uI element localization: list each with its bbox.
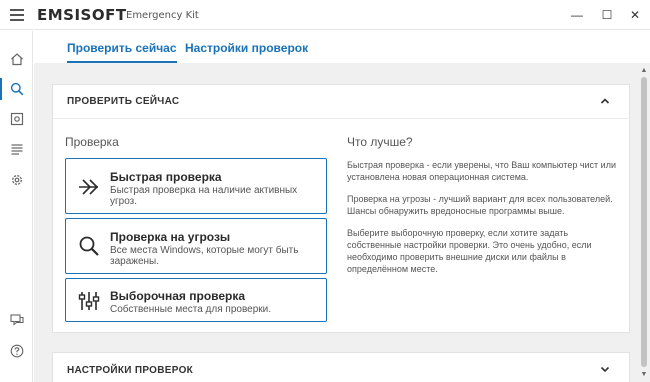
home-icon [10, 53, 23, 66]
help-icon [10, 344, 23, 358]
title-bar: EMSISOFT Emergency Kit — ☐ ✕ [0, 0, 650, 30]
threat-scan-title: Проверка на угрозы [110, 230, 231, 244]
scan-now-panel-header[interactable]: ПРОВЕРИТЬ СЕЙЧАС [53, 85, 631, 119]
custom-scan-button[interactable]: Выборочная проверка Собственные места дл… [65, 278, 327, 322]
main-content: ПРОВЕРИТЬ СЕЙЧАС Проверка Что лучше? Быс… [34, 63, 638, 382]
tab-bar: Проверить сейчас Настройки проверок [34, 31, 650, 63]
sidebar-item-scan[interactable] [0, 74, 33, 104]
menu-icon[interactable] [10, 9, 24, 21]
search-icon [10, 82, 23, 96]
maximize-button[interactable]: ☐ [592, 0, 622, 30]
sidebar [0, 31, 33, 382]
scan-heading: Проверка [65, 135, 119, 149]
magnifier-icon [79, 236, 99, 256]
sidebar-item-feedback[interactable] [0, 305, 33, 335]
tab-scan-now[interactable]: Проверить сейчас [67, 41, 177, 63]
app-logo: EMSISOFT [37, 6, 127, 24]
custom-scan-title: Выборочная проверка [110, 289, 246, 303]
panel-title: ПРОВЕРИТЬ СЕЙЧАС [67, 96, 180, 107]
scrollbar[interactable]: ▲ ▼ [638, 63, 650, 382]
sidebar-item-quarantine[interactable] [0, 104, 33, 134]
chevron-down-icon[interactable] [599, 363, 611, 375]
tab-scan-settings[interactable]: Настройки проверок [185, 41, 308, 55]
close-button[interactable]: ✕ [620, 0, 650, 30]
scroll-up-arrow-icon[interactable]: ▲ [638, 67, 650, 75]
sidebar-item-home[interactable] [0, 44, 33, 74]
sliders-icon [78, 292, 100, 310]
chevron-up-icon[interactable] [599, 95, 611, 107]
help-text-quick: Быстрая проверка - если уверены, что Ваш… [347, 160, 616, 182]
threat-scan-description: Все места Windows, которые могут быть за… [110, 245, 299, 267]
threat-scan-button[interactable]: Проверка на угрозы Все места Windows, ко… [65, 218, 327, 274]
quick-scan-description: Быстрая проверка на наличие активных угр… [110, 185, 298, 207]
minimize-button[interactable]: — [562, 0, 592, 30]
quick-scan-button[interactable]: Быстрая проверка Быстрая проверка на нал… [65, 158, 327, 214]
scroll-thumb[interactable] [641, 77, 647, 367]
fast-forward-icon [79, 179, 99, 195]
quick-scan-title: Быстрая проверка [110, 170, 222, 184]
help-text-threat: Проверка на угрозы - лучший вариант для … [347, 194, 613, 216]
chat-icon [9, 314, 24, 326]
scan-settings-panel[interactable]: НАСТРОЙКИ ПРОВЕРОК [52, 352, 630, 382]
logs-icon [11, 144, 22, 155]
help-text-custom: Выберите выборочную проверку, если хотит… [347, 228, 592, 274]
scroll-down-arrow-icon[interactable]: ▼ [638, 371, 650, 379]
quarantine-icon [10, 112, 23, 126]
scan-now-panel: ПРОВЕРИТЬ СЕЙЧАС Проверка Что лучше? Быс… [52, 84, 631, 333]
sidebar-item-logs[interactable] [0, 134, 33, 164]
sidebar-item-help[interactable] [0, 336, 33, 366]
sidebar-item-settings[interactable] [0, 165, 33, 195]
custom-scan-description: Собственные места для проверки. [110, 304, 272, 315]
which-better-heading: Что лучше? [347, 135, 413, 149]
gear-icon [11, 175, 22, 185]
scan-settings-panel-title: НАСТРОЙКИ ПРОВЕРОК [67, 365, 194, 376]
product-name: Emergency Kit [126, 10, 199, 21]
